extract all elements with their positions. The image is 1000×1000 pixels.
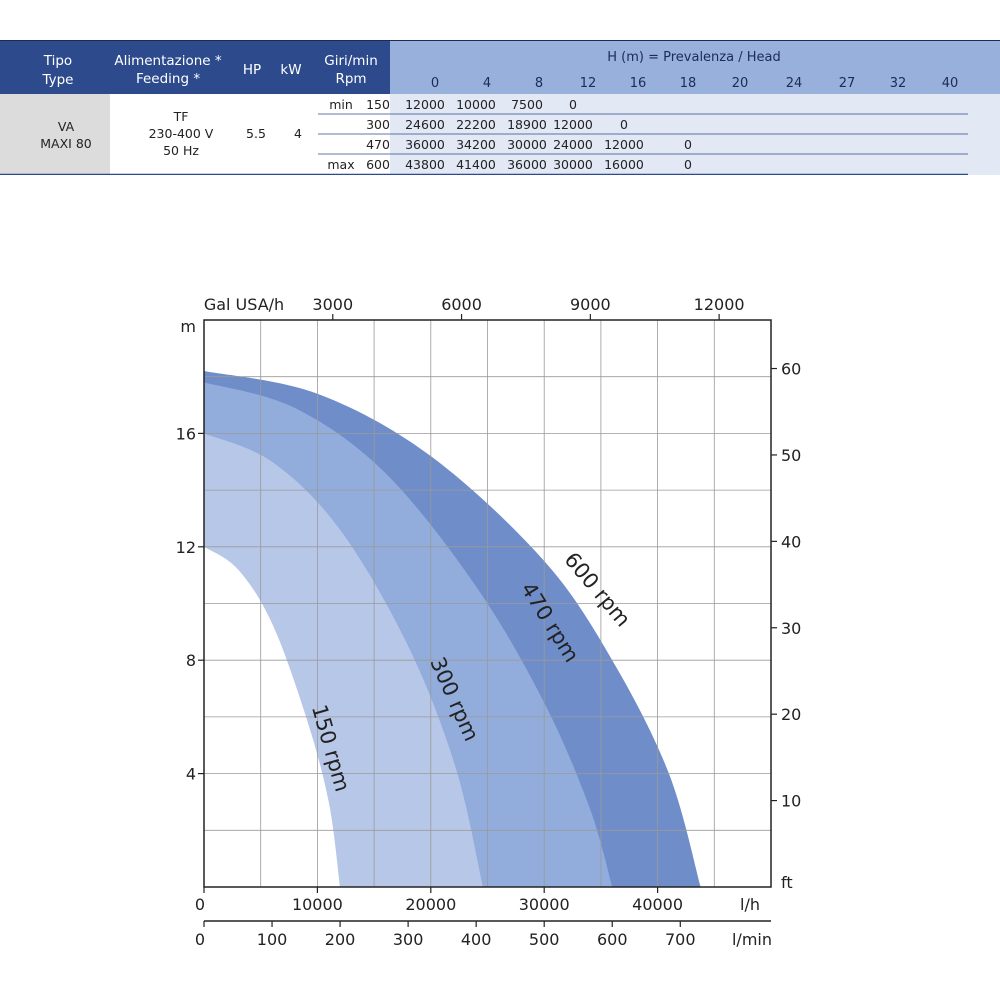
x2-tick-label: 500 (529, 930, 560, 949)
y-tick-label: 12 (176, 538, 196, 557)
x-top-axis-label: Gal USA/h (204, 295, 284, 314)
x-top-tick-label: 9000 (570, 295, 611, 314)
x2-tick-label: 300 (393, 930, 424, 949)
y-right-tick-label: 60 (781, 360, 801, 379)
x-tick-label: 0 (195, 895, 205, 914)
x2-tick-label: 400 (461, 930, 492, 949)
x-tick-label: 10000 (292, 895, 343, 914)
y-right-tick-label: 30 (781, 619, 801, 638)
x2-tick-label: 700 (665, 930, 696, 949)
y-right-tick-label: 20 (781, 705, 801, 724)
y-axis-label: m (180, 317, 196, 336)
y-right-axis-label: ft (781, 873, 793, 892)
x2-tick-label: 0 (195, 930, 205, 949)
x2-axis-label: l/min (732, 930, 772, 949)
x-axis-label: l/h (740, 895, 760, 914)
x-top-tick-label: 6000 (441, 295, 482, 314)
chart-areas (204, 371, 701, 887)
x-top-tick-label: 3000 (312, 295, 353, 314)
x2-tick-label: 100 (257, 930, 288, 949)
x-tick-label: 30000 (519, 895, 570, 914)
x-tick-label: 20000 (405, 895, 456, 914)
y-right-tick-label: 40 (781, 532, 801, 551)
x-top-tick-label: 12000 (694, 295, 745, 314)
y-right-tick-label: 10 (781, 792, 801, 811)
y-tick-label: 4 (186, 765, 196, 784)
x-tick-label: 40000 (632, 895, 683, 914)
x2-tick-label: 600 (597, 930, 628, 949)
y-right-tick-label: 50 (781, 446, 801, 465)
x2-tick-label: 200 (325, 930, 356, 949)
y-tick-label: 8 (186, 651, 196, 670)
y-tick-label: 16 (176, 424, 196, 443)
pump-curve-chart: 481216m102030405060ft0 10000 20000 30000 400… (176, 295, 802, 949)
